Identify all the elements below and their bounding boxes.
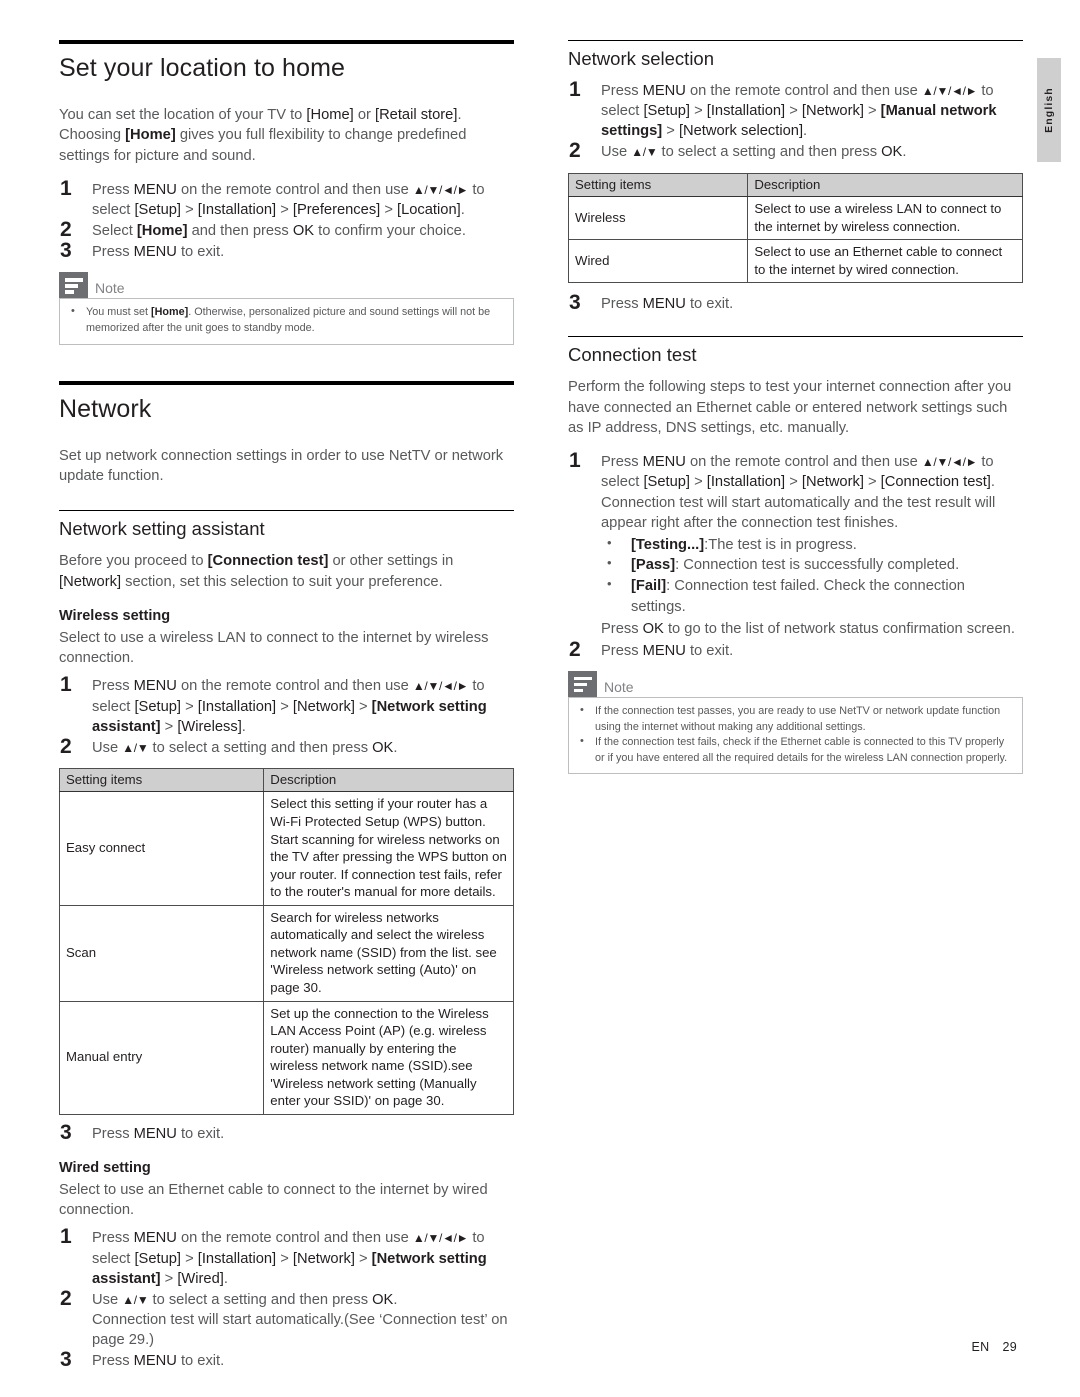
wireless-setting-intro: Select to use a wireless LAN to connect … [59, 629, 489, 667]
section-set-location: Set your location to home You can set th… [59, 40, 514, 345]
section-title-network-selection: Network selection [568, 48, 715, 69]
note-box-location: Note You must set [Home]. Otherwise, per… [59, 272, 514, 345]
footer-language-code: EN [971, 1340, 990, 1354]
step-item: Use ▲/▼ to select a setting and then pre… [60, 1286, 508, 1349]
manual-page: English Set your location to home You ca… [0, 0, 1080, 1397]
step-item: Press MENU on the remote control and the… [569, 77, 997, 140]
heading-rule [59, 40, 514, 44]
connection-test-result-list: [Testing...]:The test is in progress. [P… [601, 534, 1023, 617]
page-footer: EN 29 [972, 1340, 1017, 1354]
subsection-title: Network setting assistant [59, 518, 265, 540]
step-item: Press MENU on the remote control and the… [60, 1224, 487, 1287]
column-header-setting-items: Setting items [58, 767, 265, 793]
section-network-selection: Network selection Press MENU on the remo… [567, 40, 1023, 317]
step-item: Press MENU on the remote control and the… [60, 672, 487, 735]
wired-setting-heading: Wired setting [59, 1159, 151, 1176]
note-icon [568, 670, 597, 697]
footer-page-number: 29 [1002, 1340, 1017, 1354]
step-item: Press MENU to exit. [569, 637, 734, 663]
column-header-description: Description [263, 767, 514, 793]
section-title-connection-test: Connection test [568, 344, 697, 366]
note-header: Note [59, 272, 514, 299]
step-item: Press MENU to exit. [569, 290, 734, 316]
heading-rule [59, 380, 514, 385]
language-tab-label: English [1043, 87, 1055, 133]
step-item: Press MENU to exit. [60, 238, 225, 264]
note-header: Note [568, 670, 1023, 697]
column-header-description: Description [747, 172, 1023, 198]
bullet-item: [Testing...]:The test is in progress. [601, 534, 1023, 556]
wireless-settings-table: Setting items Description Easy connect S… [58, 767, 514, 1115]
step-item: Use ▲/▼ to select a setting and then pre… [60, 734, 398, 760]
step-item: Press MENU to exit. [60, 1120, 225, 1146]
steps-network-selection-final: Press MENU to exit. [568, 290, 1023, 316]
table-header-row: Setting items Description [58, 767, 514, 793]
note-item: If the connection test fails, check if t… [578, 734, 1013, 766]
cell-description: Set up the connection to the Wireless LA… [263, 1000, 514, 1115]
section-title-network: Network [59, 394, 152, 423]
table-row: Manual entry Set up the connection to th… [58, 1000, 514, 1115]
step-item: Press MENU on the remote control and the… [568, 448, 1023, 639]
steps-wireless-final: Press MENU to exit. [59, 1120, 514, 1146]
right-column: Network selection Press MENU on the remo… [567, 40, 1023, 775]
step-item: Press MENU on the remote control and the… [60, 176, 485, 218]
step-item: Use ▲/▼ to select a setting and then pre… [569, 138, 907, 164]
column-header-setting-items: Setting items [567, 172, 749, 198]
wireless-setting-heading: Wireless setting [59, 607, 171, 624]
cell-setting-item: Manual entry [58, 1000, 265, 1115]
cell-setting-item: Easy connect [58, 791, 265, 906]
note-item: If the connection test passes, you are r… [578, 703, 1013, 735]
step-item: Select [Home] and then press OK to confi… [60, 217, 466, 243]
cell-setting-item: Scan [58, 904, 265, 1002]
bullet-item: [Fail]: Connection test failed. Check th… [601, 575, 1023, 617]
note-body: If the connection test passes, you are r… [568, 696, 1023, 775]
cell-description: Select to use an Ethernet cable to conne… [747, 239, 1023, 284]
bullet-item: [Pass]: Connection test is successfully … [601, 554, 1023, 576]
cell-setting-item: Wired [567, 239, 749, 284]
note-title: Note [604, 678, 634, 695]
section-connection-test: Connection test Perform the following st… [568, 336, 1023, 775]
cell-description: Search for wireless networks automatical… [263, 904, 514, 1002]
network-intro-paragraph: Set up network connection settings in or… [59, 447, 504, 484]
steps-wireless-setting: Press MENU on the remote control and the… [59, 672, 514, 760]
note-icon [59, 272, 88, 299]
table-row: Scan Search for wireless networks automa… [58, 904, 514, 1002]
steps-connection-test: Press MENU on the remote control and the… [568, 448, 1023, 663]
steps-network-selection: Press MENU on the remote control and the… [568, 77, 1023, 165]
section-intro-paragraph: You can set the location of your TV to [… [59, 107, 467, 164]
note-box-connection-test: Note If the connection test passes, you … [568, 670, 1023, 775]
table-header-row: Setting items Description [567, 172, 1023, 198]
heading-rule [59, 510, 514, 512]
table-row: Wireless Select to use a wireless LAN to… [567, 196, 1023, 241]
table-row: Wired Select to use an Ethernet cable to… [567, 239, 1023, 284]
subsection-intro-paragraph: Before you proceed to [Connection test] … [59, 553, 454, 590]
step-item: Press MENU to exit. [60, 1347, 225, 1373]
note-item: You must set [Home]. Otherwise, personal… [69, 304, 504, 336]
connection-test-intro: Perform the following steps to test your… [568, 379, 1012, 436]
language-tab: English [1037, 58, 1061, 162]
steps-wired-setting: Press MENU on the remote control and the… [59, 1224, 514, 1373]
note-body: You must set [Home]. Otherwise, personal… [59, 298, 514, 345]
cell-setting-item: Wireless [567, 196, 749, 241]
left-column: Set your location to home You can set th… [58, 40, 514, 1381]
connection-test-bullet-footer: Press OK to go to the list of network st… [601, 621, 1015, 638]
cell-description: Select this setting if your router has a… [263, 791, 514, 906]
wired-setting-intro: Select to use an Ethernet cable to conne… [59, 1181, 488, 1219]
heading-rule [568, 40, 1023, 41]
page-title: Set your location to home [59, 54, 345, 82]
network-selection-table: Setting items Description Wireless Selec… [567, 172, 1023, 284]
steps-set-location: Press MENU on the remote control and the… [59, 176, 514, 265]
cell-description: Select to use a wireless LAN to connect … [747, 196, 1023, 241]
note-title: Note [95, 280, 125, 297]
subsection-network-setting-assistant: Network setting assistant Before you pro… [58, 510, 514, 1374]
heading-rule [568, 336, 1023, 338]
table-row: Easy connect Select this setting if your… [58, 791, 514, 906]
section-network: Network Set up network connection settin… [58, 380, 514, 1374]
